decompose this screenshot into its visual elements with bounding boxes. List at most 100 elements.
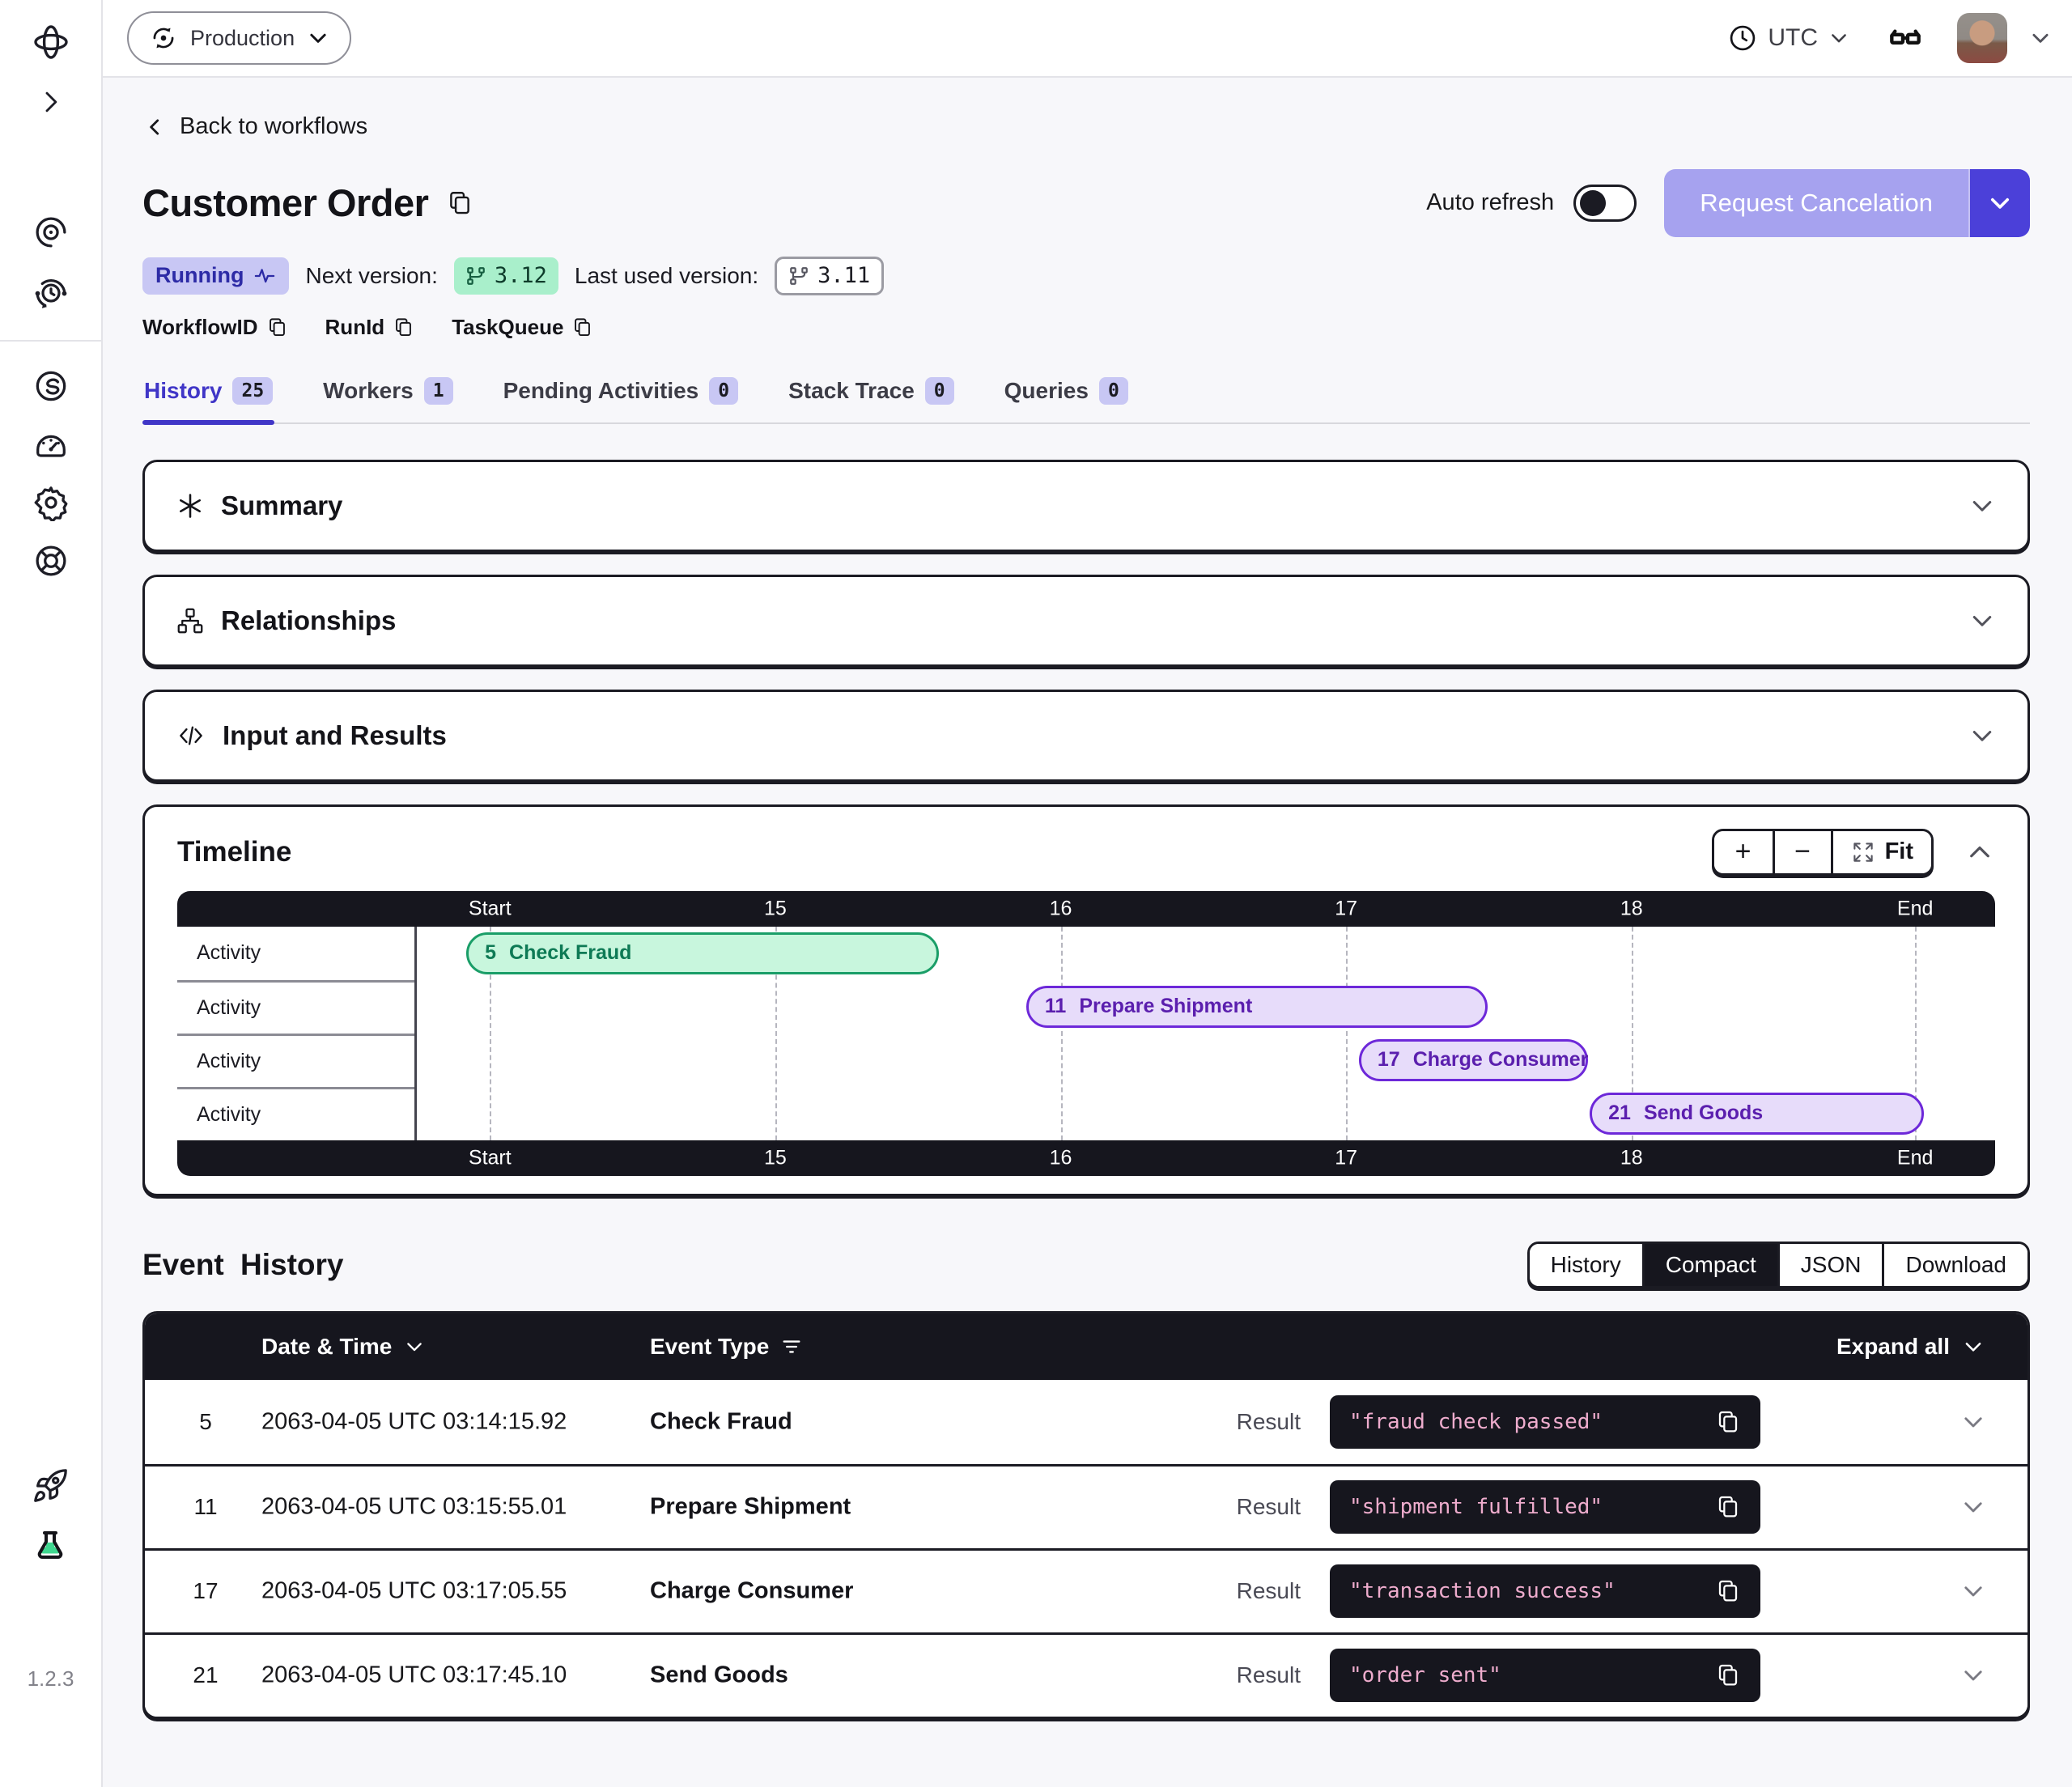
timeline-zoom-controls: + − Fit [1712, 829, 1934, 876]
result-pill[interactable]: "transaction success" [1330, 1564, 1760, 1618]
row-expand-chevron-icon[interactable] [1959, 1493, 1987, 1521]
timeline-axis-bottom: Start 15 16 17 18 End [177, 1140, 1995, 1176]
relationships-accordion[interactable]: Relationships [142, 575, 2030, 667]
schedules-icon[interactable] [32, 275, 70, 312]
copy-icon[interactable] [1715, 1409, 1741, 1435]
request-cancelation-button[interactable]: Request Cancelation [1664, 169, 2030, 237]
event-history-table: Date & Time Event Type Expand all 5 2063… [142, 1311, 2030, 1719]
back-to-workflows-link[interactable]: Back to workflows [142, 113, 367, 140]
event-datetime: 2063-04-05 UTC 03:17:45.10 [261, 1662, 567, 1689]
labs-flask-icon[interactable] [31, 1527, 70, 1566]
zoom-in-button[interactable]: + [1714, 831, 1773, 873]
toggle-knob [1580, 190, 1606, 216]
collapse-chevron-icon[interactable] [1964, 837, 1995, 868]
chevron-down-icon [1968, 491, 1997, 520]
row-expand-chevron-icon[interactable] [1959, 1577, 1987, 1605]
view-json-button[interactable]: JSON [1777, 1244, 1883, 1286]
event-view-switcher: History Compact JSON Download [1527, 1242, 2030, 1288]
run-id-copy[interactable]: RunId [325, 315, 415, 340]
event-row-charge-consumer[interactable]: 17 2063-04-05 UTC 03:17:05.55 Charge Con… [145, 1548, 2027, 1632]
branch-icon [465, 265, 486, 287]
timeline-bar-charge-consumer[interactable]: 17Charge Consumer [1359, 1039, 1588, 1081]
row-label: Activity [177, 980, 414, 1034]
timeline-bar-check-fraud[interactable]: 5Check Fraud [466, 932, 939, 974]
code-icon [176, 720, 206, 751]
sidebar-divider [0, 340, 102, 342]
event-type: Send Goods [650, 1662, 788, 1689]
main-content: Back to workflows Customer Order Auto re… [103, 78, 2072, 1787]
support-icon[interactable] [32, 542, 70, 579]
column-date-time[interactable]: Date & Time [261, 1334, 426, 1360]
event-row-send-goods[interactable]: 21 2063-04-05 UTC 03:17:45.10 Send Goods… [145, 1632, 2027, 1717]
event-id: 17 [177, 1578, 234, 1604]
event-row-prepare-shipment[interactable]: 11 2063-04-05 UTC 03:15:55.01 Prepare Sh… [145, 1464, 2027, 1548]
result-label: Result [1237, 1409, 1301, 1435]
timezone-label: UTC [1768, 24, 1818, 52]
workflow-id-copy[interactable]: WorkflowID [142, 315, 288, 340]
summary-accordion[interactable]: Summary [142, 460, 2030, 552]
namespaces-icon[interactable] [32, 214, 70, 251]
result-pill[interactable]: "shipment fulfilled" [1330, 1480, 1760, 1534]
timeline-bar-prepare-shipment[interactable]: 11Prepare Shipment [1026, 986, 1488, 1028]
timeline-bar-send-goods[interactable]: 21Send Goods [1590, 1093, 1924, 1135]
view-history-button[interactable]: History [1530, 1244, 1642, 1286]
event-row-check-fraud[interactable]: 5 2063-04-05 UTC 03:14:15.92 Check Fraud… [145, 1380, 2027, 1464]
settings-icon[interactable] [32, 484, 70, 521]
usage-icon[interactable] [32, 426, 70, 463]
nexus-icon[interactable] [32, 367, 70, 405]
namespace-selector[interactable]: Production [127, 11, 351, 65]
tab-history[interactable]: History25 [142, 372, 274, 422]
sort-chevron-icon [403, 1335, 426, 1358]
row-expand-chevron-icon[interactable] [1959, 1662, 1987, 1689]
event-history-heading: Event History [142, 1248, 344, 1282]
event-id: 21 [177, 1662, 234, 1688]
row-label: Activity [177, 927, 414, 980]
task-queue-copy[interactable]: TaskQueue [452, 315, 593, 340]
tab-count: 25 [232, 377, 273, 405]
event-type: Prepare Shipment [650, 1494, 851, 1521]
pulse-icon [253, 265, 276, 287]
cancel-options-chevron[interactable] [1968, 169, 2030, 237]
tab-queries[interactable]: Queries0 [1003, 372, 1130, 422]
row-expand-chevron-icon[interactable] [1959, 1408, 1987, 1436]
timezone-selector[interactable]: UTC [1727, 23, 1850, 53]
result-pill[interactable]: "fraud check passed" [1330, 1395, 1760, 1449]
tab-pending-activities[interactable]: Pending Activities0 [502, 372, 741, 422]
result-label: Result [1237, 1578, 1301, 1604]
download-button[interactable]: Download [1882, 1244, 2027, 1286]
column-event-type[interactable]: Event Type [650, 1334, 803, 1360]
fit-button[interactable]: Fit [1831, 831, 1931, 873]
copy-icon[interactable] [1715, 1578, 1741, 1604]
chevron-down-icon [1961, 1335, 1985, 1359]
getting-started-icon[interactable] [32, 1467, 69, 1505]
zoom-out-button[interactable]: − [1773, 831, 1831, 873]
avatar[interactable] [1957, 13, 2007, 63]
copy-icon[interactable] [1715, 1662, 1741, 1688]
expand-all-button[interactable]: Expand all [1836, 1334, 1985, 1360]
next-version-badge: 3.12 [454, 257, 558, 295]
account-menu-chevron-icon[interactable] [2028, 26, 2053, 50]
tab-stack-trace[interactable]: Stack Trace0 [787, 372, 956, 422]
chevron-left-icon [142, 115, 167, 139]
copy-title-icon[interactable] [446, 189, 473, 217]
temporal-logo-icon [32, 23, 70, 62]
tab-workers[interactable]: Workers1 [321, 372, 454, 422]
sidebar-expand-icon[interactable] [35, 86, 67, 118]
copy-icon[interactable] [1715, 1494, 1741, 1520]
timeline-axis-top: Start 15 16 17 18 End [177, 891, 1995, 927]
timeline-title: Timeline [177, 836, 291, 868]
request-cancelation-label[interactable]: Request Cancelation [1664, 169, 1968, 237]
branch-icon [788, 265, 809, 287]
event-datetime: 2063-04-05 UTC 03:17:05.55 [261, 1578, 567, 1605]
auto-refresh-toggle[interactable] [1573, 185, 1637, 222]
result-label: Result [1237, 1662, 1301, 1688]
tab-count: 1 [424, 377, 453, 405]
result-label: Result [1237, 1494, 1301, 1520]
input-results-accordion[interactable]: Input and Results [142, 690, 2030, 782]
gridline [1346, 927, 1348, 1140]
tab-count: 0 [709, 377, 738, 405]
copy-icon [393, 316, 414, 338]
result-pill[interactable]: "order sent" [1330, 1649, 1760, 1702]
view-compact-button[interactable]: Compact [1642, 1244, 1777, 1286]
labs-glasses-icon[interactable] [1883, 22, 1928, 54]
